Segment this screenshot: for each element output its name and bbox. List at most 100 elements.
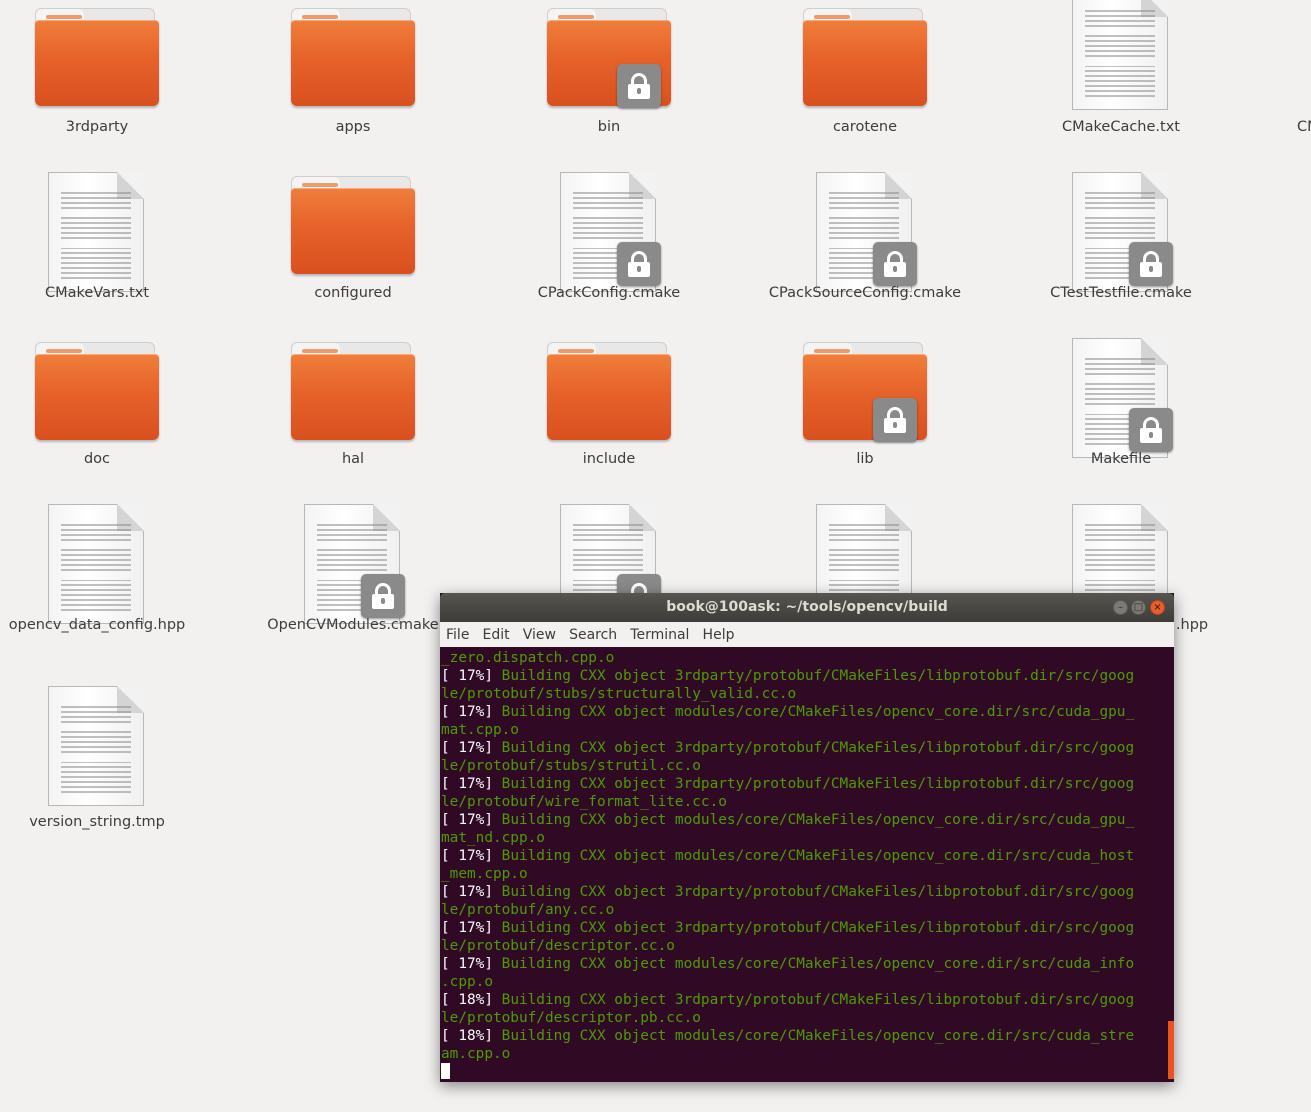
file-item[interactable]: hal — [253, 332, 453, 482]
file-item[interactable]: CTestTestfile.cmake — [1021, 166, 1221, 316]
build-text: _mem.cpp.o — [441, 866, 528, 882]
progress-prefix: [ 17%] — [441, 704, 502, 720]
build-text: am.cpp.o — [441, 1046, 511, 1062]
terminal-line: mat_nd.cpp.o — [441, 829, 1171, 847]
maximize-icon[interactable]: □ — [1131, 600, 1146, 615]
folder-icon — [547, 342, 671, 442]
progress-prefix: [ 17%] — [441, 848, 502, 864]
folder-icon — [35, 342, 159, 442]
file-item[interactable]: carotene — [765, 0, 965, 150]
file-name-label: lib — [856, 451, 874, 467]
file-name-label: CM — [1297, 119, 1311, 135]
menu-search[interactable]: Search — [569, 622, 617, 643]
menu-help[interactable]: Help — [703, 622, 735, 643]
file-item[interactable]: opencv_data_config.hpp — [0, 498, 197, 648]
file-item[interactable]: 3rdparty — [0, 0, 197, 150]
file-item[interactable]: configured — [253, 166, 453, 316]
terminal-line: [ 17%] Building CXX object 3rdparty/prot… — [441, 919, 1171, 937]
build-text: le/protobuf/wire_format_lite.cc.o — [441, 794, 727, 810]
text-file-icon — [48, 686, 146, 808]
terminal-line: le/protobuf/descriptor.cc.o — [441, 937, 1171, 955]
file-item[interactable]: lib — [765, 332, 965, 482]
build-text: Building CXX object 3rdparty/protobuf/CM… — [501, 920, 1135, 936]
terminal-line: [ 17%] Building CXX object modules/core/… — [441, 703, 1171, 721]
folder-icon — [803, 8, 927, 108]
terminal-scrollbar[interactable] — [1168, 1021, 1174, 1079]
file-name-label: CMakeCache.txt — [1062, 119, 1180, 135]
terminal-menubar: File Edit View Search Terminal Help — [440, 622, 1174, 647]
file-item[interactable]: version_string.tmp — [0, 680, 197, 830]
progress-prefix: [ 18%] — [441, 992, 502, 1008]
build-text: Building CXX object modules/core/CMakeFi… — [501, 1028, 1135, 1044]
close-icon[interactable]: × — [1150, 600, 1165, 615]
file-name-label: apps — [335, 119, 371, 135]
terminal-window[interactable]: book@100ask: ~/tools/opencv/build – □ × … — [440, 593, 1174, 1082]
file-name-label: CTestTestfile.cmake — [1050, 285, 1192, 301]
terminal-output[interactable]: _zero.dispatch.cpp.o[ 17%] Building CXX … — [441, 649, 1171, 1079]
build-text: Building CXX object modules/core/CMakeFi… — [501, 848, 1135, 864]
file-item[interactable]: OpenCVModules.cmake — [253, 498, 453, 648]
build-text: Building CXX object 3rdparty/protobuf/CM… — [501, 776, 1135, 792]
file-item[interactable]: include — [509, 332, 709, 482]
folder-icon — [291, 342, 415, 442]
menu-file[interactable]: File — [446, 622, 469, 643]
file-name-label: CPackConfig.cmake — [537, 285, 681, 301]
terminal-line: _mem.cpp.o — [441, 865, 1171, 883]
terminal-line: le/protobuf/wire_format_lite.cc.o — [441, 793, 1171, 811]
terminal-line: [ 18%] Building CXX object 3rdparty/prot… — [441, 991, 1171, 1009]
menu-terminal[interactable]: Terminal — [630, 622, 689, 643]
build-text: Building CXX object 3rdparty/protobuf/CM… — [501, 740, 1135, 756]
file-item[interactable]: apps — [253, 0, 453, 150]
folder-icon — [291, 176, 415, 276]
file-item[interactable]: Makefile — [1021, 332, 1221, 482]
terminal-line: [ 17%] Building CXX object 3rdparty/prot… — [441, 667, 1171, 685]
terminal-line: le/protobuf/descriptor.pb.cc.o — [441, 1009, 1171, 1027]
build-text: le/protobuf/stubs/structurally_valid.cc.… — [441, 686, 797, 702]
file-item[interactable]: doc — [0, 332, 197, 482]
progress-prefix: [ 17%] — [441, 668, 502, 684]
minimize-icon[interactable]: – — [1113, 600, 1128, 615]
menu-view[interactable]: View — [523, 622, 556, 643]
terminal-line: mat.cpp.o — [441, 721, 1171, 739]
file-name-label: hal — [341, 451, 365, 467]
terminal-line: [ 17%] Building CXX object 3rdparty/prot… — [441, 775, 1171, 793]
file-name-label: bin — [597, 119, 621, 135]
terminal-line: _zero.dispatch.cpp.o — [441, 649, 1171, 667]
file-item[interactable]: CMakeCache.txt — [1021, 0, 1221, 150]
build-text: _zero.dispatch.cpp.o — [441, 650, 615, 666]
file-item[interactable]: CM — [1277, 0, 1311, 150]
progress-prefix: [ 17%] — [441, 956, 502, 972]
build-text: Building CXX object 3rdparty/protobuf/CM… — [501, 668, 1135, 684]
terminal-line: [ 17%] Building CXX object modules/core/… — [441, 955, 1171, 973]
file-name-label: CPackSourceConfig.cmake — [768, 285, 962, 301]
terminal-line: le/protobuf/stubs/strutil.cc.o — [441, 757, 1171, 775]
build-text: Building CXX object modules/core/CMakeFi… — [501, 704, 1135, 720]
menu-edit[interactable]: Edit — [483, 622, 510, 643]
progress-prefix: [ 17%] — [441, 776, 502, 792]
file-item[interactable]: CPackConfig.cmake — [509, 166, 709, 316]
file-name-label: OpenCVModules.cmake — [267, 617, 439, 633]
progress-prefix: [ 17%] — [441, 884, 502, 900]
file-name-label: version_string.tmp — [29, 814, 165, 830]
terminal-titlebar[interactable]: book@100ask: ~/tools/opencv/build – □ × — [440, 593, 1174, 622]
file-item[interactable]: bin — [509, 0, 709, 150]
build-text: le/protobuf/stubs/strutil.cc.o — [441, 758, 701, 774]
build-text: Building CXX object modules/core/CMakeFi… — [501, 812, 1135, 828]
folder-icon — [291, 8, 415, 108]
file-name-label: 3rdparty — [65, 119, 129, 135]
file-item[interactable]: CPackSourceConfig.cmake — [765, 166, 965, 316]
file-name-label: CMakeVars.txt — [44, 285, 150, 301]
terminal-line: am.cpp.o — [441, 1045, 1171, 1063]
text-file-icon — [1072, 0, 1170, 112]
build-text: le/protobuf/descriptor.pb.cc.o — [441, 1010, 701, 1026]
file-name-label: include — [582, 451, 636, 467]
lock-icon — [617, 64, 661, 108]
build-text: Building CXX object modules/core/CMakeFi… — [501, 956, 1135, 972]
build-text: le/protobuf/descriptor.cc.o — [441, 938, 675, 954]
folder-icon — [35, 8, 159, 108]
file-name-label: Makefile — [1090, 451, 1152, 467]
text-file-icon — [48, 504, 146, 626]
lock-icon — [1129, 408, 1173, 452]
file-item[interactable]: CMakeVars.txt — [0, 166, 197, 316]
progress-prefix: [ 17%] — [441, 740, 502, 756]
